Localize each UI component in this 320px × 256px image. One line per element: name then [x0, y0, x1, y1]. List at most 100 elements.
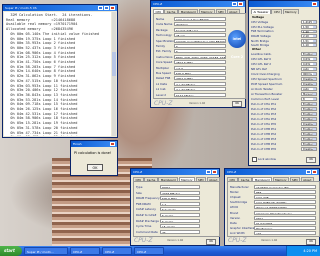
close-button[interactable] — [312, 170, 317, 174]
setting-dropdown[interactable]: 8 — [301, 97, 317, 101]
finish-dialog[interactable]: Finish PI calculation is done! OK — [70, 140, 118, 176]
field-value: PCI-Express — [254, 225, 316, 230]
title-bar[interactable]: CPU-Z — [225, 169, 319, 175]
tab-cpu[interactable]: CPU — [271, 9, 283, 14]
setting-dropdown[interactable]: Enabled — [301, 142, 317, 146]
clock: 4:20 PM — [303, 249, 317, 253]
vertical-scrollbar[interactable] — [112, 12, 116, 136]
setting-label: Common Perf. Level — [251, 97, 279, 102]
setting-dropdown[interactable]: Disabled — [301, 77, 317, 81]
setting-label: CPU Spread Spectrum — [251, 77, 282, 82]
setting-dropdown[interactable]: 1.10 — [301, 43, 317, 47]
title-bar[interactable]: CPU-Z — [131, 169, 219, 175]
setting-dropdown[interactable]: 900mv — [301, 72, 317, 76]
scroll-thumb[interactable] — [112, 52, 116, 76]
memory-panel: Type DDR2 Size 2048 MBytes DRAM Frequency 500… — [133, 181, 220, 237]
title-bar[interactable]: Super PI / mod1.5 XS — [3, 5, 117, 11]
setting-label: Ai Transaction Booster — [251, 92, 283, 97]
setting-dropdown[interactable]: 1.51 — [301, 38, 317, 43]
field-label: Model — [230, 190, 239, 195]
setting-dropdown[interactable]: Enabled — [301, 132, 317, 136]
maximize-button[interactable] — [104, 6, 109, 10]
field-value: ASUSTeK Computer INC. — [254, 185, 316, 189]
cpuz-memory-window[interactable]: CPU-Z CPU Cache Mainboard Memory SPD About Ty… — [130, 168, 220, 246]
field-row: Family 6 — [156, 44, 226, 48]
ok-button[interactable]: OK — [206, 239, 216, 245]
close-button[interactable] — [238, 2, 243, 6]
field-value: 1:1 — [160, 201, 200, 206]
minimize-button[interactable] — [98, 6, 103, 10]
lock-checkbox[interactable] — [252, 156, 257, 162]
taskbar-button[interactable]: CPU-Z — [102, 247, 132, 255]
taskbar-button[interactable]: CPU-Z — [134, 247, 164, 255]
ok-button[interactable]: OK — [306, 239, 316, 245]
setting-label: Pull-In of CHB Ph2 — [251, 132, 277, 137]
field-value: Wolfdale — [174, 22, 226, 27]
field-label: L1 Inst. — [156, 87, 167, 92]
tab-ai-tweaker[interactable]: Ai Tweaker — [251, 9, 271, 14]
setting-dropdown[interactable]: Manual — [301, 92, 317, 96]
field-value: 500.5 MHz — [160, 196, 200, 201]
field-row: Version 0401 — [230, 215, 316, 220]
field-value: 01/14/2008 — [254, 220, 316, 225]
taskbar-button[interactable]: Super PI / mod1... — [24, 247, 68, 255]
minimize-button[interactable] — [206, 170, 211, 174]
setting-dropdown[interactable]: Enabled — [301, 112, 317, 116]
setting-label: CPU GTL Ref 0 — [251, 57, 271, 62]
minimize-button[interactable] — [306, 170, 311, 174]
settings-window[interactable]: Ai Tweaker CPU Memory Voltage Other CPU Vo… — [248, 0, 320, 166]
field-value: 15 clocks — [160, 224, 200, 229]
ok-button[interactable]: OK — [306, 157, 316, 163]
setting-dropdown[interactable]: 0.63x — [301, 62, 317, 66]
title-bar[interactable]: CPU-Z — [151, 1, 245, 7]
setting-row: CPU GTL Ref 0 0.63x — [251, 57, 317, 62]
setting-dropdown[interactable]: Enabled — [301, 117, 317, 121]
minimize-button[interactable] — [232, 2, 237, 6]
tab-memory[interactable]: Memory — [282, 9, 299, 14]
field-label: Code Name — [156, 22, 173, 27]
taskbar-button[interactable]: CPU-Z — [70, 247, 100, 255]
field-value: x16 — [254, 230, 316, 235]
version-label: Version 1.46 — [261, 239, 278, 242]
setting-dropdown[interactable]: 1.40 — [301, 29, 317, 34]
ok-button[interactable]: OK — [232, 101, 242, 107]
setting-dropdown[interactable]: Auto — [301, 87, 317, 91]
cpuz-mainboard-window[interactable]: CPU-Z CPU Cache Mainboard Memory SPD About Ma… — [224, 168, 320, 246]
setting-dropdown[interactable]: Enabled — [301, 107, 317, 111]
field-row: Technology 45 nm — [156, 33, 226, 38]
setting-dropdown[interactable]: Enabled — [301, 52, 317, 56]
setting-label: Clock Over-Charging — [251, 72, 280, 77]
field-label: Chipset — [230, 195, 241, 200]
lock-window-option[interactable]: Lock window — [252, 156, 276, 162]
console-output: 32M Calculation Start. 24 iterations. Rea… — [4, 12, 111, 136]
field-label: Name — [156, 17, 165, 21]
superpi-console-window[interactable]: Super PI / mod1.5 XS 32M Calculation Sta… — [2, 4, 118, 138]
field-row: Specification Intel(R) Core(TM)2 Duo CPU … — [156, 38, 226, 43]
close-button[interactable] — [110, 6, 115, 10]
window-title: CPU-Z — [227, 170, 237, 174]
start-button[interactable]: start — [0, 246, 22, 256]
ok-button[interactable]: OK — [87, 164, 103, 171]
close-button[interactable] — [212, 170, 217, 174]
setting-row: Pull-In of CHB Ph4 Enabled — [251, 142, 317, 147]
close-button[interactable] — [110, 142, 115, 146]
setting-dropdown[interactable]: Enabled — [301, 137, 317, 141]
setting-dropdown[interactable]: 0.63x — [301, 57, 317, 61]
setting-dropdown[interactable]: Enabled — [301, 102, 317, 106]
field-label: Link Width — [230, 230, 245, 235]
field-row: Package Socket 775 LGA — [156, 27, 226, 32]
setting-dropdown[interactable]: Disabled — [301, 122, 317, 126]
field-row: Level 2 6144 KBytes — [156, 92, 226, 97]
setting-dropdown[interactable]: Enabled — [301, 127, 317, 131]
field-row: Name Intel Core 2 Duo E8400 — [156, 17, 226, 21]
setting-dropdown[interactable]: Auto — [301, 67, 317, 71]
field-value: 4504.5 MHz — [174, 60, 226, 65]
cpuz-cpu-window[interactable]: CPU-Z CPU Cache Mainboard Memory SPD About Na… — [150, 0, 246, 108]
close-button[interactable] — [312, 2, 317, 6]
setting-label: South Bridge — [251, 43, 270, 48]
setting-dropdown[interactable]: Disabled — [301, 147, 317, 151]
field-label: Graphic Interface — [230, 225, 255, 230]
title-bar[interactable]: Finish — [71, 141, 117, 147]
title-bar[interactable] — [249, 1, 319, 7]
setting-dropdown[interactable]: Disabled — [301, 82, 317, 86]
